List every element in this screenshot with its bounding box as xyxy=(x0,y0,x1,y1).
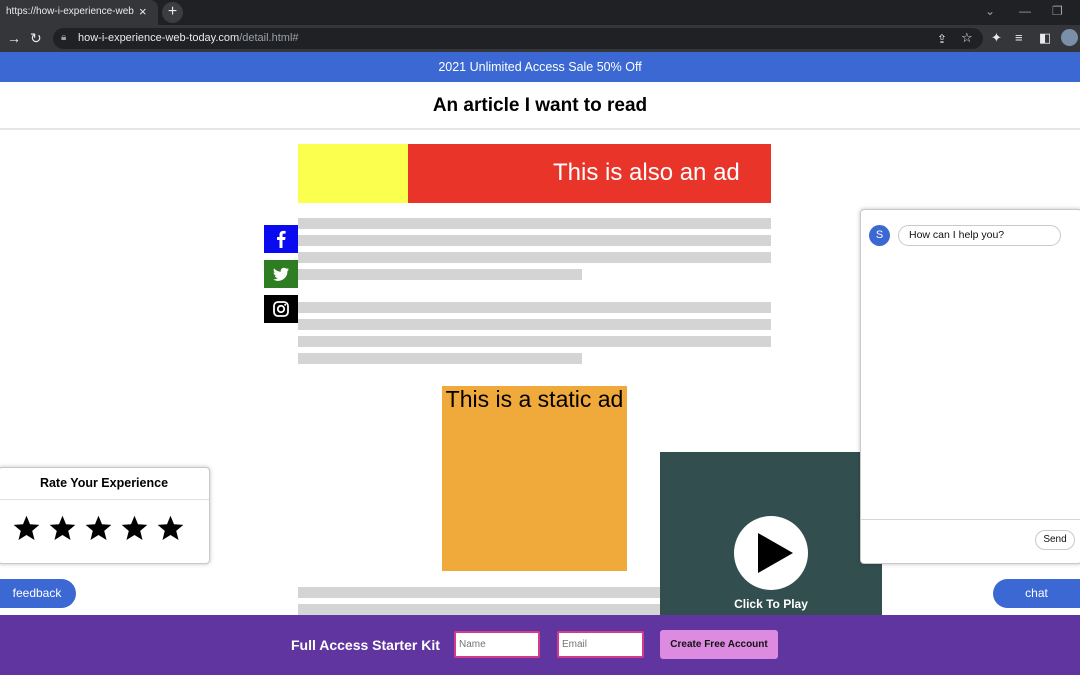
top-ad[interactable]: This is also an ad xyxy=(408,144,771,203)
article-line xyxy=(298,302,771,313)
restore-icon[interactable]: ❐ xyxy=(1052,4,1063,18)
facebook-share-button[interactable] xyxy=(264,225,298,253)
star-icon[interactable] xyxy=(156,514,185,542)
rating-divider xyxy=(0,499,209,500)
star-icon[interactable] xyxy=(120,514,149,542)
static-ad-text: This is a static ad xyxy=(445,386,624,412)
address-bar[interactable]: 🔒︎ how-i-experience-web-today.com/detail… xyxy=(53,28,983,49)
feedback-button[interactable]: feedback xyxy=(0,579,76,608)
rating-title: Rate Your Experience xyxy=(39,476,169,490)
reload-icon[interactable]: ↻ xyxy=(30,30,42,46)
url-host: how-i-experience-web-today.com xyxy=(78,32,240,44)
top-ad-text: This is also an ad xyxy=(553,159,740,186)
article-line xyxy=(298,252,771,263)
article-line xyxy=(298,218,771,229)
twitter-icon xyxy=(273,267,289,281)
star-icon[interactable] xyxy=(48,514,77,542)
extensions-icon[interactable]: ✦ xyxy=(991,30,1002,46)
top-ad-yellow-block[interactable] xyxy=(298,144,408,203)
chat-panel: S How can I help you? Send xyxy=(860,209,1080,564)
play-button[interactable] xyxy=(734,516,808,590)
new-tab-button[interactable]: + xyxy=(162,2,183,23)
browser-tab-bar: https://how-i-experience-web-to × + ⌄ — … xyxy=(0,0,1080,25)
tab-search-icon[interactable]: ⌄ xyxy=(985,4,995,18)
article-line xyxy=(298,353,582,364)
browser-tab[interactable]: https://how-i-experience-web-to × xyxy=(0,0,158,25)
article-line xyxy=(298,604,660,615)
page-title: An article I want to read xyxy=(432,95,648,116)
star-icon[interactable] xyxy=(84,514,113,542)
page-header: An article I want to read xyxy=(0,82,1080,130)
side-panel-icon[interactable]: ◧ xyxy=(1039,30,1051,46)
click-to-play-label: Click To Play xyxy=(734,597,808,611)
static-ad[interactable]: This is a static ad xyxy=(442,386,627,571)
chat-divider xyxy=(861,519,1080,520)
back-arrow-icon[interactable]: → xyxy=(7,30,21,46)
url-text: how-i-experience-web-today.com/detail.ht… xyxy=(78,32,299,44)
article-line xyxy=(298,587,660,598)
star-icon[interactable] xyxy=(12,514,41,542)
tab-title: https://how-i-experience-web-to xyxy=(6,6,134,17)
facebook-icon xyxy=(277,230,286,248)
bookmark-star-icon[interactable]: ☆ xyxy=(961,30,973,46)
tab-close-icon[interactable]: × xyxy=(139,4,147,19)
play-icon xyxy=(758,533,793,573)
chat-send-button[interactable]: Send xyxy=(1035,530,1075,550)
article-line xyxy=(298,319,771,330)
chat-agent-avatar: S xyxy=(869,225,890,246)
video-player[interactable]: Click To Play xyxy=(660,452,882,617)
footer-title: Full Access Starter Kit xyxy=(291,637,440,653)
lock-icon: 🔒︎ xyxy=(61,32,67,43)
chat-button[interactable]: chat xyxy=(993,579,1080,608)
minimize-icon[interactable]: — xyxy=(1019,4,1031,18)
email-input[interactable] xyxy=(557,631,644,658)
instagram-icon xyxy=(273,301,289,317)
article-line xyxy=(298,269,582,280)
create-account-button[interactable]: Create Free Account xyxy=(660,630,778,659)
browser-toolbar: → ↻ 🔒︎ how-i-experience-web-today.com/de… xyxy=(0,25,1080,52)
profile-avatar[interactable] xyxy=(1061,29,1078,46)
chat-message: How can I help you? xyxy=(898,225,1061,246)
media-control-icon[interactable]: ≡ xyxy=(1015,30,1023,46)
instagram-share-button[interactable] xyxy=(264,295,298,323)
article-line xyxy=(298,336,771,347)
article-line xyxy=(298,235,771,246)
share-icon[interactable]: ⇪ xyxy=(937,31,947,47)
name-input[interactable] xyxy=(454,631,540,658)
twitter-share-button[interactable] xyxy=(264,260,298,288)
signup-footer: Full Access Starter Kit Create Free Acco… xyxy=(0,615,1080,675)
rating-panel: Rate Your Experience xyxy=(0,467,210,564)
sale-banner[interactable]: 2021 Unlimited Access Sale 50% Off xyxy=(0,52,1080,82)
url-path: /detail.html# xyxy=(239,32,299,44)
